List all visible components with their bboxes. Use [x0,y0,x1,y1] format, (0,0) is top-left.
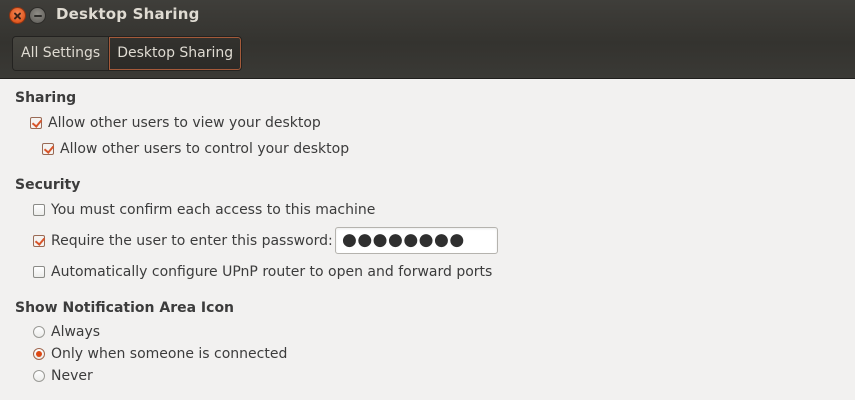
notify-connected-label: Only when someone is connected [51,346,288,362]
upnp-option[interactable]: Automatically configure UPnP router to o… [33,262,492,282]
notify-connected-radio[interactable] [33,348,45,360]
close-window-button[interactable] [9,7,26,24]
upnp-checkbox[interactable] [33,266,45,278]
settings-content: Sharing Allow other users to view your d… [0,79,855,400]
require-password-checkbox[interactable] [33,235,45,247]
desktop-sharing-window: Desktop Sharing All Settings Desktop Sha… [0,0,855,400]
notify-always-radio[interactable] [33,326,45,338]
notification-section-title: Show Notification Area Icon [15,300,235,316]
title-bar: Desktop Sharing All Settings Desktop Sha… [0,0,855,79]
window-title: Desktop Sharing [56,5,200,23]
confirm-access-label: You must confirm each access to this mac… [51,202,376,218]
require-password-label: Require the user to enter this password: [51,233,333,249]
allow-view-option[interactable]: Allow other users to view your desktop [30,113,321,133]
notify-never-radio[interactable] [33,370,45,382]
allow-view-label: Allow other users to view your desktop [48,115,321,131]
notify-never-label: Never [51,368,93,384]
minimize-window-button[interactable] [29,7,46,24]
allow-control-label: Allow other users to control your deskto… [60,141,350,157]
sharing-section-title: Sharing [15,90,77,106]
notify-always-option[interactable]: Always [33,322,100,342]
allow-view-checkbox[interactable] [30,117,42,129]
allow-control-checkbox[interactable] [42,143,54,155]
allow-control-option[interactable]: Allow other users to control your deskto… [42,139,349,159]
security-section-title: Security [15,177,81,193]
notify-always-label: Always [51,324,101,340]
notify-connected-option[interactable]: Only when someone is connected [33,344,287,364]
password-field[interactable]: ●●●●●●●● [335,227,498,254]
breadcrumb-desktop-sharing[interactable]: Desktop Sharing [109,37,242,70]
notify-never-option[interactable]: Never [33,366,93,386]
upnp-label: Automatically configure UPnP router to o… [51,264,493,280]
breadcrumb: All Settings Desktop Sharing [12,36,243,71]
breadcrumb-all-settings[interactable]: All Settings [13,37,110,70]
require-password-option[interactable]: Require the user to enter this password: [33,231,333,251]
confirm-access-option[interactable]: You must confirm each access to this mac… [33,200,375,220]
confirm-access-checkbox[interactable] [33,204,45,216]
